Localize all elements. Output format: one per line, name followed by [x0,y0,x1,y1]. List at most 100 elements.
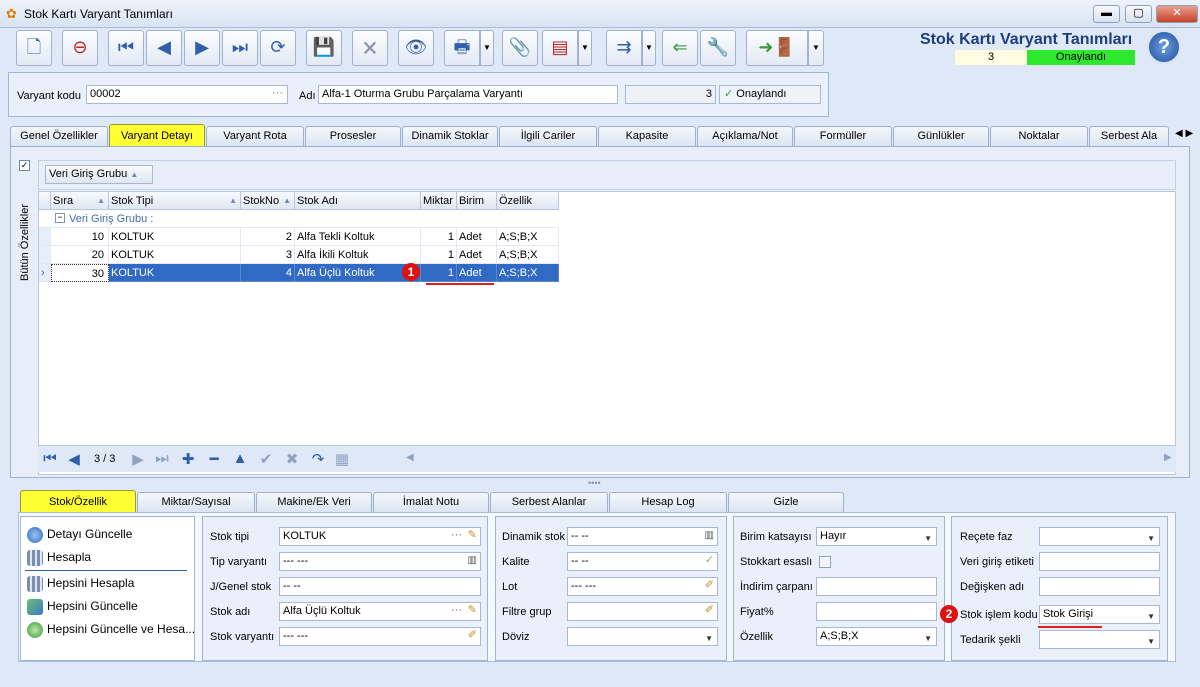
export-dropdown-button[interactable]: ▼ [642,30,656,66]
tab-serbest-alanlar[interactable]: Serbest Ala [1089,126,1169,146]
close-window-button[interactable]: ✕ [1156,5,1198,23]
nav-move-up-icon[interactable]: ▲ [230,450,250,467]
col-miktar[interactable]: Miktar [421,192,457,210]
col-stok-tipi[interactable]: Stok Tipi ▲ [109,192,241,210]
group-row[interactable]: − Veri Giriş Grubu : [39,210,559,228]
tab-serbest-alanlar-bottom[interactable]: Serbest Alanlar [490,492,608,512]
exit-dropdown-button[interactable]: ▼ [808,30,824,66]
export-button[interactable]: ⇉ [606,30,642,66]
nav-confirm-icon[interactable]: ✔ [256,450,276,468]
tab-miktar-sayisal[interactable]: Miktar/Sayısal [137,492,255,512]
approved-checkbox[interactable]: ✓ Onaylandı [719,85,821,104]
pdf-button[interactable]: ▤ [542,30,578,66]
unit-coefficient-select[interactable]: Hayır ▼ [816,527,937,546]
stock-operation-code-select[interactable]: Stok Girişi ▼ [1039,605,1160,624]
hscroll-left-icon[interactable]: ◀ [406,452,414,463]
nav-first-icon[interactable]: ⏮ [40,450,60,467]
minimize-button[interactable]: ▬ [1093,5,1120,23]
data-entry-tag-input[interactable] [1039,552,1160,571]
print-dropdown-button[interactable]: ▼ [480,30,494,66]
tab-ilgili-cariler[interactable]: İlgili Cariler [499,126,597,146]
group-by-chip[interactable]: Veri Giriş Grubu ▲ [45,165,153,184]
update-and-calculate-all-action[interactable]: Hepsini Güncelle ve Hesa... [23,620,195,642]
general-stock-input[interactable]: -- -- [279,577,481,596]
type-variant-input[interactable]: --- --- ▥ [279,552,481,571]
quantity-field: 3 [625,85,716,104]
variant-code-input[interactable]: 00002 ··· [86,85,288,104]
tab-noktalar[interactable]: Noktalar [990,126,1088,146]
tab-dinamik-stoklar[interactable]: Dinamik Stoklar [402,126,498,146]
stock-type-input[interactable]: KOLTUK ··· ✎ [279,527,481,546]
delete-record-button[interactable]: ⊖ [62,30,98,66]
first-record-button[interactable]: ⏮ [108,30,144,66]
calculate-action[interactable]: Hesapla [23,548,91,570]
stockcard-based-checkbox[interactable] [819,556,831,568]
cancel-save-button[interactable]: 🗙 [352,30,388,66]
quality-input[interactable]: -- -- ✓ [567,552,718,571]
nav-last-icon[interactable]: ⏭ [152,450,172,467]
tab-formuller[interactable]: Formüller [794,126,892,146]
save-button[interactable]: 💾 [306,30,342,66]
nav-delete-icon[interactable]: ━ [204,450,224,468]
dynamic-stock-input[interactable]: -- -- ▥ [567,527,718,546]
maximize-button[interactable]: ▢ [1125,5,1152,23]
stock-variant-input[interactable]: --- --- ✐ [279,627,481,646]
hscroll-right-icon[interactable]: ▶ [1164,452,1172,463]
import-button[interactable]: ⇐ [662,30,698,66]
tab-genel-ozellikler[interactable]: Genel Özellikler [10,126,108,146]
tab-gizle[interactable]: Gizle [728,492,844,512]
update-all-action[interactable]: Hepsini Güncelle [23,597,138,619]
collapse-icon[interactable]: − [55,213,65,223]
supply-method-select[interactable]: ▼ [1039,630,1160,649]
variable-name-input[interactable] [1039,577,1160,596]
tab-hesap-log[interactable]: Hesap Log [609,492,727,512]
print-button[interactable]: 🖶 [444,30,480,66]
tab-varyant-detayi[interactable]: Varyant Detayı [109,124,205,147]
nav-cancel-icon[interactable]: ✖ [282,450,302,468]
currency-select[interactable]: ▼ [567,627,718,646]
nav-redo-icon[interactable]: ↷ [308,450,328,468]
tab-varyant-rota[interactable]: Varyant Rota [206,126,304,146]
tab-imalat-notu[interactable]: İmalat Notu [373,492,489,512]
next-record-button[interactable]: ▶ [184,30,220,66]
refresh-button[interactable]: ⟳ [260,30,296,66]
recipe-phase-select[interactable]: ▼ [1039,527,1160,546]
all-features-checkbox[interactable]: ✓ [19,160,30,171]
stock-name-input[interactable]: Alfa Üçlü Koltuk ··· ✎ [279,602,481,621]
sort-up-icon: ▲ [97,196,105,205]
nav-grid-icon[interactable]: ▦ [332,450,352,468]
exit-button[interactable]: ➜🚪 [746,30,808,66]
tab-makine-ek-veri[interactable]: Makine/Ek Veri [256,492,372,512]
help-button[interactable]: ? [1147,30,1181,64]
prev-record-button[interactable]: ◀ [146,30,182,66]
col-birim[interactable]: Birim [457,192,497,210]
tools-button[interactable]: 🔧 [700,30,736,66]
price-percent-input[interactable] [816,602,937,621]
lot-input[interactable]: --- --- ✐ [567,577,718,596]
new-record-button[interactable]: 🗋 [16,30,52,66]
nav-add-icon[interactable]: ✚ [178,450,198,468]
preview-button[interactable]: 👁 [398,30,434,66]
discount-multiplier-input[interactable] [816,577,937,596]
col-stokno[interactable]: StokNo ▲ [241,192,295,210]
attach-button[interactable]: 📎 [502,30,538,66]
calculate-all-action[interactable]: Hepsini Hesapla [23,574,134,596]
col-sira[interactable]: Sıra ▲ [51,192,109,210]
col-ozellik[interactable]: Özellik [497,192,559,210]
splitter-grip-icon[interactable]: •••• [588,478,601,488]
tab-prosesler[interactable]: Prosesler [305,126,401,146]
nav-prev-icon[interactable]: ◀ [64,450,84,468]
last-record-button[interactable]: ⏭ [222,30,258,66]
nav-next-icon[interactable]: ▶ [128,450,148,468]
tab-aciklama-not[interactable]: Açıklama/Not [697,126,793,146]
tab-scroll-icon[interactable]: ◀ ▶ [1175,128,1193,139]
update-detail-action[interactable]: Detayı Güncelle [23,525,132,547]
filter-group-input[interactable]: ✐ [567,602,718,621]
pdf-dropdown-button[interactable]: ▼ [578,30,592,66]
tab-stok-ozellik[interactable]: Stok/Özellik [20,490,136,513]
tab-gunlukler[interactable]: Günlükler [893,126,989,146]
feature-select[interactable]: A;S;B;X ▼ [816,627,937,646]
name-input[interactable]: Alfa-1 Oturma Grubu Parçalama Varyantı [318,85,618,104]
col-stok-adi[interactable]: Stok Adı [295,192,421,210]
tab-kapasite[interactable]: Kapasite [598,126,696,146]
